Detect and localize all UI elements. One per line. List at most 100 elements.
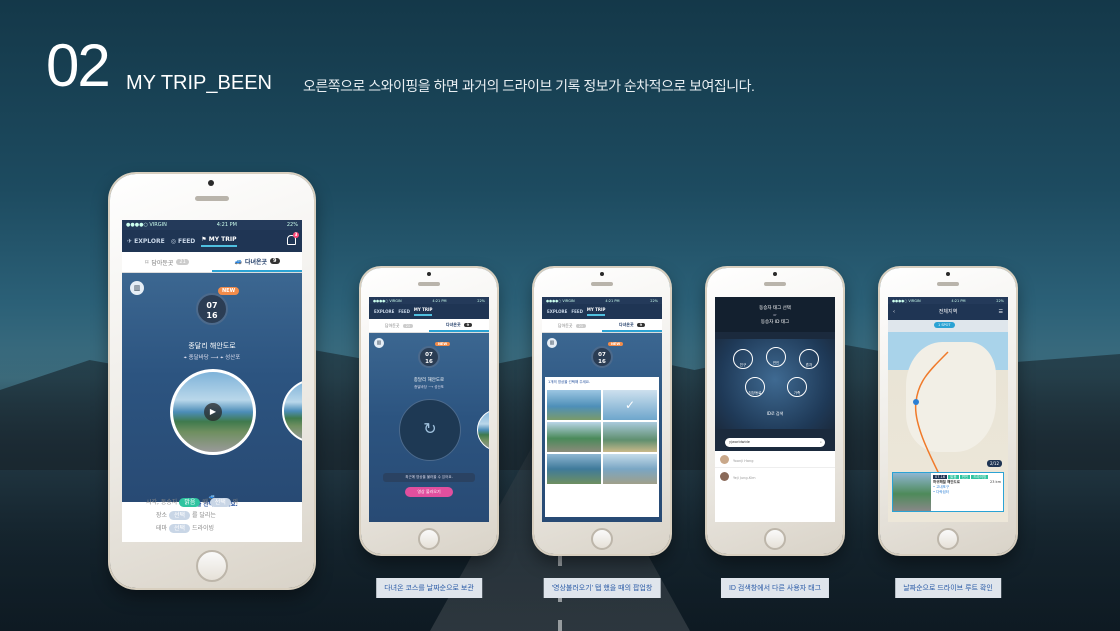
top-nav: EXPLORE FEED MY TRIP [542,304,662,319]
video-picker-popup: 1개의 영상을 선택해 주세요. ✓ [545,377,659,517]
companion-alone[interactable]: 혼자 [799,349,819,369]
nav-feed[interactable]: FEED [571,309,583,314]
tab-saved[interactable]: 담아둔곳 21 [542,319,602,332]
video-grid: ✓ [545,388,659,486]
pin-icon: ⌖ [183,355,187,361]
list-item[interactable]: yj Yeji Jung-Kim [715,468,835,484]
companion-friend[interactable]: 친구 [733,349,753,369]
tag-weather[interactable]: 맑음 [179,498,201,507]
tab-visited[interactable]: 다녀온곳 9 [602,319,662,332]
list-icon[interactable]: ☰ [999,304,1003,320]
video-thumbnail[interactable] [547,390,601,420]
tag-place[interactable]: 선택 [168,511,191,520]
phone-4: ●●●●○ VIRGIN 4:21 PM 22% ‹ 전체지역 ☰ 1 SPOT 2… [880,268,1016,554]
tab-visited[interactable]: 다녀온곳 9 [429,319,489,332]
nav-mytrip[interactable]: MY TRIP [586,307,606,316]
new-tag: NEW [218,287,240,295]
screen-2: ●●●●○ VIRGIN 4:21 PM 22% EXPLORE FEED MY T… [542,297,662,522]
pin-icon: ⌖ [220,355,224,361]
phone-2: ●●●●○ VIRGIN 4:21 PM 22% EXPLORE FEED MY T… [534,268,670,554]
section-number: 02 [46,32,111,99]
home-button[interactable] [937,528,959,550]
nav-feed[interactable]: FEED [398,309,410,314]
home-button[interactable] [591,528,613,550]
map-icon[interactable]: ▥ [547,338,557,348]
earpiece [195,196,229,201]
play-icon[interactable]: ▶ [204,403,222,421]
earpiece [764,282,786,286]
list-item[interactable]: yjworldwide Yoonji Hang [715,451,835,468]
earpiece [591,282,613,286]
caption-3: ID 검색창에서 다른 사용자 태그 [720,578,830,598]
phone-main: ●●●●○ VIRGIN 4:21 PM 22% ✈ EXPLORE ◎ FEE… [110,174,314,588]
date-badge: 07 16 [418,346,440,368]
front-camera [946,272,950,276]
video-thumbnail[interactable]: ▶ [170,369,256,455]
home-button[interactable] [196,550,228,582]
next-thumbnail[interactable] [477,409,489,451]
front-camera [600,272,604,276]
status-battery: 22% [286,222,298,228]
home-button[interactable] [764,528,786,550]
trip-tabs: 담아둔곳 21 다녀온곳 9 [369,319,489,333]
nav-mytrip[interactable]: ⚑ MY TRIP [201,236,237,247]
search-label: ID로 검색 [766,411,784,416]
trip-tabs: ⌑ 담아둔곳 21 🚙 다녀온곳 9 [122,252,302,273]
nav-explore[interactable]: EXPLORE [547,309,567,314]
phone-3: 동승자 태그 선택 or 동승자 ID 태그 친구 연인 혼자 직장동료 가족 … [707,268,843,554]
front-camera [208,180,214,186]
new-tag: NEW [608,342,624,346]
section-title: MY TRIP_BEEN [126,72,272,94]
companion-lover[interactable]: 연인 [766,347,786,367]
nav-explore[interactable]: EXPLORE [374,309,394,314]
tag-companion[interactable]: 선택 [209,498,231,507]
notification-badge: 3 [293,232,299,238]
map-icon[interactable]: ▥ [130,281,144,295]
page-indicator: 2/12 [987,460,1002,467]
map-icon[interactable]: ▥ [374,338,384,348]
back-icon[interactable]: ‹ [893,304,895,320]
check-icon: ✓ [624,398,636,412]
companion-coworker[interactable]: 직장동료 [745,377,765,397]
tag-theme[interactable]: 선택 [168,524,191,533]
nav-mytrip[interactable]: MY TRIP [413,307,433,316]
video-thumbnail-selected[interactable]: ✓ [603,390,657,420]
video-thumbnail[interactable] [603,454,657,484]
id-search-input[interactable]: yjworldwide ⌕ [725,438,825,447]
refresh-icon[interactable]: ↻ [399,399,461,461]
route-card[interactable]: 07.16 맑음 연인 드라이빙 하귀해월 해안도로 23 km • 고내포구 … [892,472,1004,512]
tab-saved[interactable]: 담아둔곳 21 [369,319,429,332]
map-title: 전체지역 [938,309,958,315]
companion-family[interactable]: 가족 [787,377,807,397]
status-carrier: ●●●●○ VIRGIN [126,222,167,228]
modal-title: 동승자 태그 선택 [759,306,791,311]
section-description: 오른쪽으로 스와이핑을 하면 과거의 드라이브 기록 정보가 순차적으로 보여집… [303,78,755,94]
caption-1: 다녀온 코스를 날짜순으로 보관 [376,578,482,598]
nav-feed[interactable]: ◎ FEED [171,238,196,245]
video-thumbnail[interactable] [547,422,601,452]
search-results: yjworldwide Yoonji Hang yj Yeji Jung-Kim [715,451,835,522]
load-video-button[interactable]: 영상 불러오기 [405,487,453,497]
video-thumbnail[interactable] [603,422,657,452]
status-bar: ●●●●○ VIRGIN 4:21 PM 22% [122,220,302,230]
route-name: 종달리 해안도로 [188,342,236,350]
search-icon[interactable]: ⌕ [820,438,825,447]
trip-card[interactable]: ▥ NEW 07 16 종달리 해안도로 ⌖ 종달바당 ⟶ ⌖ 성산포 ▶ [122,273,302,503]
map-header: ‹ 전체지역 ☰ [888,304,1008,320]
next-thumbnail[interactable] [282,379,302,443]
map-view[interactable]: 2/12 07.16 맑음 연인 드라이빙 하귀해월 해안도로 23 km • … [888,332,1008,522]
home-button[interactable] [418,528,440,550]
tab-visited[interactable]: 🚙 다녀온곳 9 [212,252,302,272]
nav-explore[interactable]: ✈ EXPLORE [127,238,165,245]
avatar [720,454,729,464]
screen-4: ●●●●○ VIRGIN 4:21 PM 22% ‹ 전체지역 ☰ 1 SPOT 2… [888,297,1008,522]
tab-saved[interactable]: ⌑ 담아둔곳 21 [122,252,212,272]
trip-tabs: 담아둔곳 21 다녀온곳 9 [542,319,662,333]
car-icon: 🚙 [234,257,242,265]
or-label: or [773,313,777,317]
avatar [720,471,729,481]
new-tag: NEW [435,342,451,346]
spot-chip[interactable]: 1 SPOT [934,322,955,328]
video-thumbnail[interactable] [547,454,601,484]
route-endpoints: 종달바당 ⟶ 성산포 [414,385,444,389]
